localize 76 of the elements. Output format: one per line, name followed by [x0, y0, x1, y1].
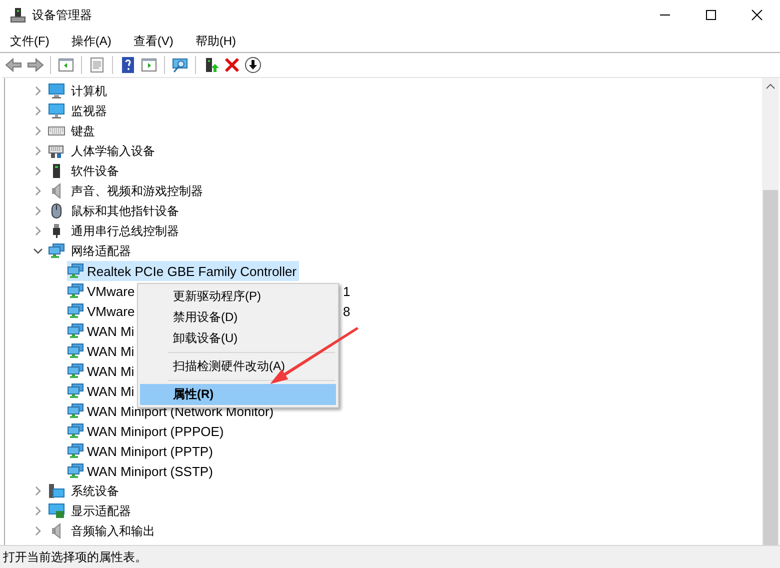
expand-chevron-icon[interactable] — [33, 226, 43, 236]
network-adapter-icon — [67, 423, 84, 439]
menu-bar-item[interactable]: 帮助(H) — [190, 30, 241, 52]
monitor-icon — [48, 103, 65, 119]
device-manager-icon — [10, 7, 26, 23]
tree-item[interactable]: 软件设备 — [69, 162, 121, 180]
input-device-icon — [48, 143, 65, 159]
network-icon — [48, 243, 65, 259]
status-text: 打开当前选择项的属性表。 — [3, 548, 147, 566]
tree-item[interactable]: 键盘 — [69, 122, 97, 140]
help-icon[interactable] — [119, 56, 137, 74]
expand-chevron-icon[interactable] — [33, 186, 43, 196]
system-device-icon — [48, 483, 65, 499]
network-adapter-icon — [67, 363, 84, 379]
tree-item[interactable]: WAN Miniport (PPPOE) — [67, 421, 226, 441]
menu-bar-item[interactable]: 操作(A) — [66, 30, 116, 52]
expand-chevron-icon[interactable] — [33, 126, 43, 136]
computer-icon — [48, 83, 65, 99]
network-adapter-icon — [67, 343, 84, 359]
tree-item[interactable]: 网络适配器 — [69, 242, 133, 260]
expand-chevron-icon[interactable] — [33, 86, 43, 96]
tree-item-text: 8 — [343, 304, 350, 318]
network-adapter-icon — [67, 383, 84, 399]
scroll-up-icon[interactable] — [766, 83, 775, 89]
network-adapter-icon — [67, 443, 84, 459]
console-tree-icon[interactable] — [57, 56, 75, 74]
expand-chevron-icon[interactable] — [33, 486, 43, 496]
collapse-chevron-icon[interactable] — [33, 246, 43, 256]
tree-item[interactable]: Realtek PCIe GBE Family Controller — [67, 261, 299, 281]
tree-item[interactable]: WAN Miniport (PPTP) — [67, 441, 215, 461]
action-pane-icon[interactable] — [140, 56, 158, 74]
remove-icon[interactable] — [223, 56, 241, 74]
tree-item[interactable]: 人体学输入设备 — [69, 142, 157, 160]
forward-arrow-icon[interactable] — [26, 56, 44, 74]
tree-item[interactable]: WAN Mi — [67, 321, 136, 341]
expand-chevron-icon[interactable] — [33, 146, 43, 156]
tree-item[interactable]: WAN Mi — [67, 381, 136, 401]
tree-item[interactable]: 鼠标和其他指针设备 — [69, 202, 181, 220]
menu-item[interactable]: 属性(R) — [140, 384, 336, 405]
tree-item[interactable]: 声音、视频和游戏控制器 — [69, 182, 205, 200]
network-adapter-icon — [67, 403, 84, 419]
menu-bar-item[interactable]: 查看(V) — [128, 30, 178, 52]
network-adapter-icon — [67, 283, 84, 299]
expand-chevron-icon[interactable] — [33, 526, 43, 536]
expand-chevron-icon[interactable] — [33, 506, 43, 516]
tree-item-text: 1 — [343, 284, 350, 298]
expand-chevron-icon[interactable] — [33, 166, 43, 176]
menu-item[interactable]: 扫描检测硬件改动(A) — [140, 356, 336, 377]
tree-item[interactable]: WAN Mi — [67, 341, 136, 361]
window-title: 设备管理器 — [32, 6, 92, 24]
monitor-search-icon[interactable] — [171, 56, 189, 74]
network-adapter-icon — [67, 323, 84, 339]
tree-item[interactable]: WAN Miniport (SSTP) — [67, 461, 215, 481]
back-arrow-icon[interactable] — [5, 56, 23, 74]
menu-bar-item[interactable]: 文件(F) — [5, 30, 54, 52]
tree-item[interactable]: 显示适配器 — [69, 502, 133, 520]
tree-item[interactable]: 系统设备 — [69, 482, 121, 500]
expand-chevron-icon[interactable] — [33, 106, 43, 116]
tree-item[interactable]: WAN Mi — [67, 361, 136, 381]
tree-item[interactable]: VMware — [67, 301, 137, 321]
display-adapter-icon — [48, 503, 65, 519]
menu-item[interactable]: 卸载设备(U) — [140, 328, 336, 349]
menu-item[interactable]: 禁用设备(D) — [140, 307, 336, 328]
network-adapter-icon — [67, 303, 84, 319]
tree-item[interactable]: 监视器 — [69, 102, 109, 120]
tree-item[interactable]: 通用串行总线控制器 — [69, 222, 181, 240]
network-adapter-icon — [67, 463, 84, 479]
tree-item[interactable]: 音频输入和输出 — [69, 522, 157, 540]
properties-icon[interactable] — [88, 56, 106, 74]
scrollbar-thumb[interactable] — [763, 190, 778, 545]
menu-item[interactable]: 更新驱动程序(P) — [140, 286, 336, 307]
download-icon[interactable] — [244, 56, 262, 74]
expand-chevron-icon[interactable] — [33, 206, 43, 216]
network-adapter-icon — [67, 263, 84, 279]
tree-item[interactable]: 计算机 — [69, 82, 109, 100]
tree-item[interactable]: VMware — [67, 281, 137, 301]
